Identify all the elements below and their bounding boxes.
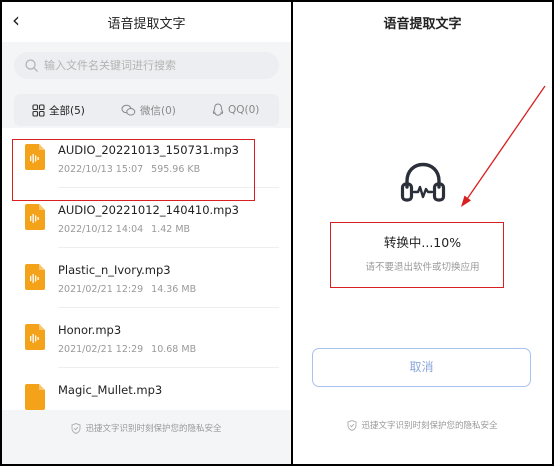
- privacy-text: 迅捷文字识别时刻保护您的隐私安全: [85, 424, 222, 434]
- file-date: 2022/10/12 14:04: [58, 224, 144, 235]
- file-size: 10.68 MB: [151, 344, 197, 355]
- file-size: 14.36 MB: [151, 284, 197, 295]
- file-name: Magic_Mullet.mp3: [58, 383, 163, 397]
- search-input[interactable]: [44, 52, 269, 79]
- file-date: 2021/02/21 12:29: [58, 344, 144, 355]
- list-item[interactable]: Magic_Mullet.mp3: [2, 368, 291, 410]
- tab-qq-label: QQ(0): [228, 104, 260, 116]
- file-size: 595.96 KB: [151, 164, 201, 175]
- audio-file-icon: [25, 144, 45, 170]
- file-date: 2022/10/13 15:07: [58, 164, 144, 175]
- file-meta: 2022/10/12 14:04 1.42 MB: [58, 224, 190, 235]
- search-bar[interactable]: [14, 52, 279, 79]
- list-item[interactable]: AUDIO_20221012_140410.mp3 2022/10/12 14:…: [2, 188, 291, 248]
- tab-qq[interactable]: QQ(0): [212, 94, 259, 126]
- headphone-icon: [400, 162, 446, 202]
- audio-file-icon: [25, 324, 45, 350]
- shield-icon: [72, 422, 81, 434]
- audio-file-icon: [25, 204, 45, 230]
- tab-all[interactable]: 全部(5): [32, 94, 85, 126]
- file-name: AUDIO_20221013_150731.mp3: [58, 143, 239, 157]
- file-date: 2021/02/21 12:29: [58, 284, 144, 295]
- file-name: Honor.mp3: [58, 323, 122, 337]
- tab-wechat-label: 微信(0): [140, 104, 176, 117]
- audio-file-icon: [25, 384, 45, 410]
- file-list: AUDIO_20221013_150731.mp3 2022/10/13 15:…: [2, 128, 291, 410]
- top-bar: ‹ 语音提取文字: [2, 2, 291, 42]
- converting-screen: 语音提取文字 转换中...10% 请不要退出软件或切换应用 取消 迅捷文字识别时…: [293, 2, 552, 464]
- privacy-text: 迅捷文字识别时刻保护您的隐私安全: [361, 421, 498, 431]
- file-name: AUDIO_20221012_140410.mp3: [58, 203, 239, 217]
- file-meta: 2022/10/13 15:07 595.96 KB: [58, 164, 200, 175]
- audio-file-icon: [25, 264, 45, 290]
- privacy-note: 迅捷文字识别时刻保护您的隐私安全: [293, 419, 552, 431]
- file-meta: 2021/02/21 12:29 10.68 MB: [58, 344, 196, 355]
- cancel-button[interactable]: 取消: [312, 348, 531, 387]
- privacy-note: 迅捷文字识别时刻保护您的隐私安全: [2, 422, 291, 434]
- file-size: 1.42 MB: [151, 224, 191, 235]
- list-item[interactable]: Honor.mp3 2021/02/21 12:29 10.68 MB: [2, 308, 291, 368]
- conversion-hint: 请不要退出软件或切换应用: [365, 262, 480, 273]
- list-item[interactable]: AUDIO_20221013_150731.mp3 2022/10/13 15:…: [2, 128, 291, 188]
- page-title: 语音提取文字: [107, 17, 186, 32]
- wechat-icon: [121, 104, 136, 116]
- list-item[interactable]: Plastic_n_Ivory.mp3 2021/02/21 12:29 14.3…: [2, 248, 291, 308]
- grid-icon: [32, 103, 45, 117]
- shield-icon: [348, 419, 357, 431]
- qq-icon: [212, 103, 224, 116]
- search-icon: [25, 59, 38, 72]
- tab-wechat[interactable]: 微信(0): [121, 94, 176, 126]
- file-name: Plastic_n_Ivory.mp3: [58, 263, 171, 277]
- tab-all-label: 全部(5): [49, 104, 85, 117]
- conversion-status: 转换中...10%: [383, 235, 462, 250]
- file-meta: 2021/02/21 12:29 14.36 MB: [58, 284, 196, 295]
- page-title: 语音提取文字: [383, 17, 462, 32]
- file-list-screen: ‹ 语音提取文字 全部(5) 微信(0): [2, 2, 291, 464]
- source-tabs: 全部(5) 微信(0) QQ(0): [14, 94, 279, 126]
